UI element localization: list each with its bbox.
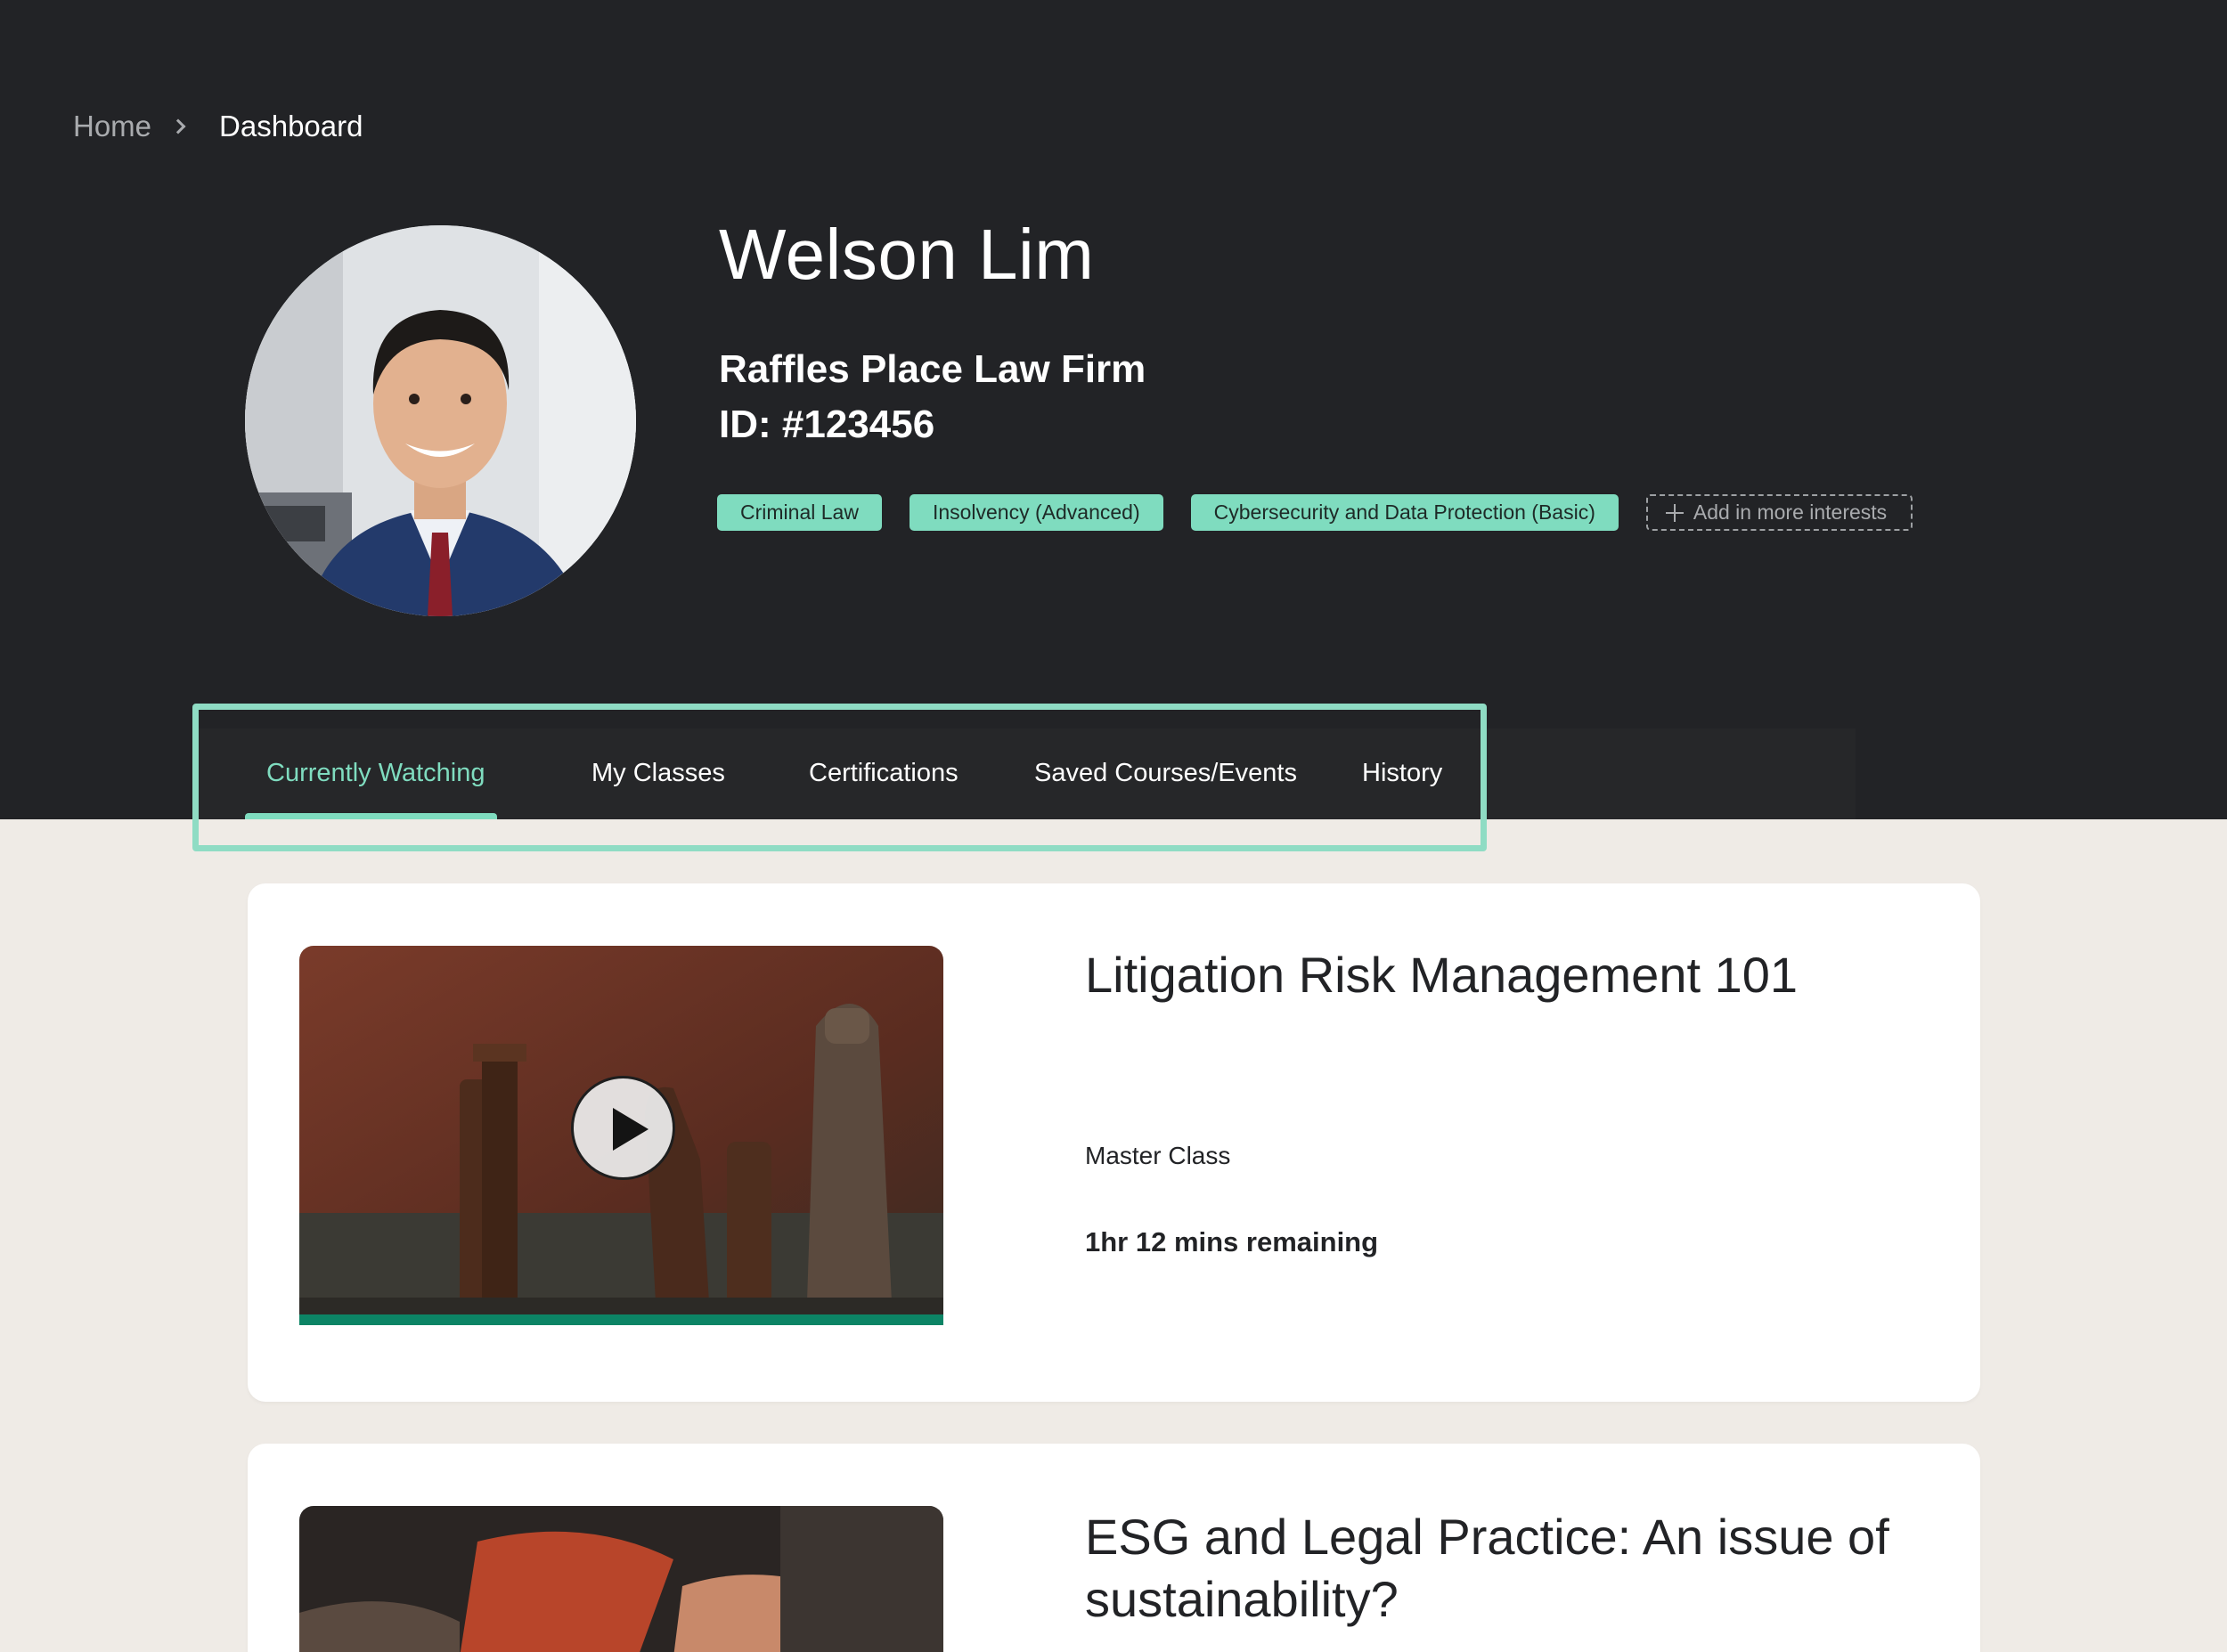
avatar — [245, 225, 636, 616]
course-card[interactable]: Litigation Risk Management 101 Master Cl… — [248, 883, 1980, 1402]
add-interests-button[interactable]: Add in more interests — [1645, 494, 1913, 531]
profile-id: ID: #123456 — [719, 403, 935, 446]
chevron-right-icon — [170, 118, 186, 134]
course-thumbnail[interactable] — [299, 1506, 943, 1652]
time-remaining: 1hr 12 mins remaining — [1085, 1226, 1379, 1257]
breadcrumb: Home Dashboard — [73, 107, 363, 146]
course-title[interactable]: Litigation Risk Management 101 — [1085, 944, 1887, 1006]
add-interests-label: Add in more interests — [1693, 500, 1888, 524]
interest-tag[interactable]: Criminal Law — [717, 494, 882, 531]
play-button[interactable] — [571, 1076, 675, 1180]
tabs-highlight-frame — [192, 704, 1487, 851]
interest-tags: Criminal Law Insolvency (Advanced) Cyber… — [717, 494, 1913, 531]
profile-name: Welson Lim — [719, 215, 1095, 294]
course-thumbnail[interactable] — [299, 946, 943, 1318]
watch-progress-bar — [299, 1314, 943, 1325]
profile-firm: Raffles Place Law Firm — [719, 347, 1146, 391]
course-title[interactable]: ESG and Legal Practice: An issue of sust… — [1085, 1506, 1940, 1631]
interest-tag[interactable]: Cybersecurity and Data Protection (Basic… — [1190, 494, 1619, 531]
breadcrumb-current: Dashboard — [219, 110, 363, 142]
plus-icon — [1665, 503, 1684, 522]
course-type: Master Class — [1085, 1142, 1231, 1169]
play-icon — [613, 1108, 649, 1151]
profile-header: Home Dashboard Welson Lim Raffles Place … — [0, 0, 2227, 819]
interest-tag[interactable]: Insolvency (Advanced) — [909, 494, 1163, 531]
course-card[interactable]: ESG and Legal Practice: An issue of sust… — [248, 1444, 1980, 1652]
breadcrumb-home-link[interactable]: Home — [73, 110, 151, 143]
